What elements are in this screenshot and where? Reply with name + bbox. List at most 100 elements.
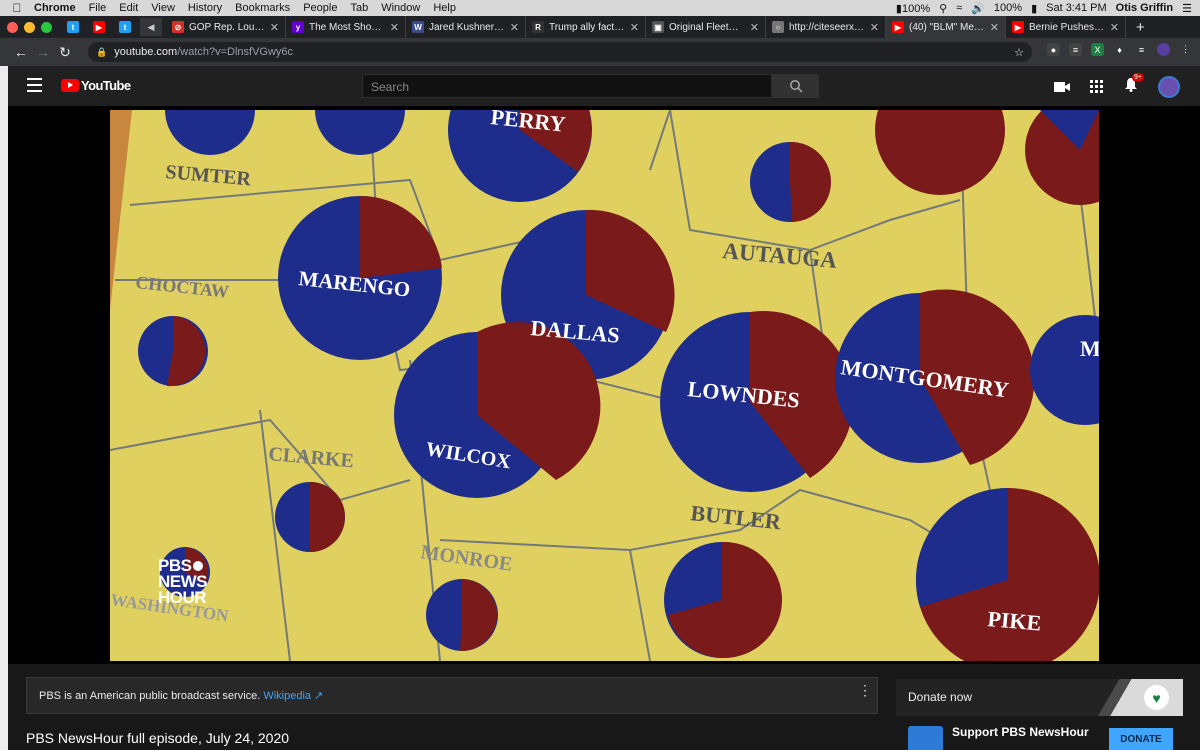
youtube-wordmark: YouTube — [81, 78, 131, 93]
wifi-icon[interactable]: ≈ — [956, 2, 962, 14]
menu-view[interactable]: View — [151, 2, 175, 14]
url-path: /watch?v=DlnsfVGwy6c — [177, 46, 294, 58]
reload-icon[interactable]: ↻ — [54, 44, 76, 61]
tab-6[interactable]: ▶ (40) "BLM" Means ✕ — [886, 16, 1006, 38]
pbs-newshour-logo: PBS NEWS HOUR — [158, 557, 208, 607]
url-domain: youtube.com — [114, 46, 178, 58]
tab-title: Jared Kushner Exp — [429, 21, 505, 33]
close-icon[interactable]: ✕ — [390, 21, 399, 34]
minimize-window-icon[interactable] — [24, 21, 35, 33]
extension-icon[interactable]: ≡ — [1069, 43, 1082, 56]
youtube-icon: ▶ — [93, 21, 105, 33]
tab-strip: t ▶ t ◀ ⊘ GOP Rep. Louie G ✕ y The Most Sho… — [0, 16, 1200, 38]
more-options-icon[interactable]: ⋮ — [858, 683, 872, 697]
twitter-icon: t — [119, 21, 131, 33]
apple-icon[interactable]:  — [0, 1, 34, 15]
video-player[interactable]: SUMTER PERRY CHOCTAW MARENGO AUTAUGA DAL… — [110, 110, 1099, 661]
twitter-icon: t — [67, 21, 79, 33]
battery-percent: 100% — [993, 2, 1023, 14]
menu-hamburger-icon[interactable] — [27, 78, 42, 92]
menu-help[interactable]: Help — [433, 2, 456, 14]
close-icon[interactable]: ✕ — [630, 21, 639, 34]
create-video-icon[interactable] — [1054, 81, 1070, 93]
masthead-actions: 9+ — [1054, 73, 1180, 98]
avatar[interactable] — [1158, 76, 1180, 98]
back-icon[interactable]: ← — [10, 44, 32, 60]
search-input[interactable]: Search — [362, 74, 772, 98]
youtube-logo[interactable]: YouTube — [61, 78, 131, 93]
extension-icon[interactable]: ● — [1047, 43, 1060, 56]
tab-3[interactable]: R Trump ally fact-ch ✕ — [526, 16, 646, 38]
search-status-icon[interactable]: ⚲ — [939, 2, 947, 15]
video-title: PBS NewsHour full episode, July 24, 2020 — [26, 730, 290, 746]
tab-title: http://citeseerx.ist — [789, 21, 865, 33]
chrome-menu-icon[interactable]: ⋮ — [1179, 43, 1192, 56]
apps-grid-icon[interactable] — [1090, 80, 1104, 94]
pinned-tab-active-audio[interactable]: ◀ — [140, 18, 162, 36]
zoom-window-icon[interactable] — [41, 21, 52, 33]
menu-tab[interactable]: Tab — [350, 2, 368, 14]
volume-icon[interactable]: 🔊 — [971, 2, 985, 15]
search-button[interactable] — [772, 74, 819, 98]
external-link-icon[interactable]: ↗ — [314, 689, 323, 702]
clock[interactable]: Sat 3:41 PM — [1046, 2, 1107, 14]
search-icon — [789, 80, 803, 93]
bookmark-star-icon[interactable]: ☆ — [1014, 46, 1024, 59]
menu-file[interactable]: File — [89, 2, 107, 14]
menu-bookmarks[interactable]: Bookmarks — [235, 2, 290, 14]
lock-icon[interactable]: 🔒 — [96, 47, 107, 58]
wikipedia-link[interactable]: Wikipedia — [263, 690, 311, 702]
tab-2[interactable]: W Jared Kushner Exp ✕ — [406, 16, 526, 38]
pinned-tab-twitter[interactable]: t — [62, 18, 84, 36]
close-icon[interactable]: ✕ — [990, 21, 999, 34]
tab-title: (40) "BLM" Means — [909, 21, 985, 33]
close-window-icon[interactable] — [7, 21, 18, 33]
pbs-head-icon — [193, 561, 204, 571]
logo-line: HOUR — [158, 588, 207, 607]
battery-icon[interactable]: ▮ — [1031, 2, 1037, 15]
youtube-icon: ▶ — [1012, 21, 1024, 33]
tab-title: Trump ally fact-ch — [549, 21, 625, 33]
forward-icon[interactable]: → — [32, 44, 54, 60]
tab-4[interactable]: ▣ Original Fleetwoo ✕ — [646, 16, 766, 38]
pinned-tab-twitter-2[interactable]: t — [114, 18, 136, 36]
user-name[interactable]: Otis Griffin — [1116, 2, 1173, 14]
close-icon[interactable]: ✕ — [870, 21, 879, 34]
notifications-button[interactable]: 9+ — [1124, 73, 1144, 97]
donate-shelf-header[interactable]: Donate now ♥ — [896, 679, 1183, 716]
tab-0[interactable]: ⊘ GOP Rep. Louie G ✕ — [166, 16, 286, 38]
tab-7[interactable]: ▶ Bernie Pushes Bac ✕ — [1006, 16, 1126, 38]
menu-history[interactable]: History — [188, 2, 222, 14]
close-icon[interactable]: ✕ — [1110, 21, 1119, 34]
menu-app-name[interactable]: Chrome — [34, 2, 76, 14]
support-text: Support PBS NewsHour — [952, 725, 1089, 739]
menu-people[interactable]: People — [303, 2, 337, 14]
pinned-tab-youtube[interactable]: ▶ — [88, 18, 110, 36]
new-tab-button[interactable]: + — [1126, 19, 1145, 36]
map-label: PIKE — [987, 606, 1043, 636]
tab-title: The Most Shockin — [309, 21, 385, 33]
globe-icon: ○ — [772, 21, 784, 33]
close-icon[interactable]: ✕ — [510, 21, 519, 34]
menu-window[interactable]: Window — [381, 2, 420, 14]
excel-extension-icon[interactable]: X — [1091, 43, 1104, 56]
menu-edit[interactable]: Edit — [119, 2, 138, 14]
close-icon[interactable]: ✕ — [750, 21, 759, 34]
info-panel-text: PBS is an American public broadcast serv… — [39, 689, 261, 702]
tab-title: Original Fleetwoo — [669, 21, 745, 33]
donate-button[interactable]: DONATE — [1109, 728, 1173, 750]
profile-avatar-icon[interactable] — [1157, 43, 1170, 56]
media-control-icon[interactable]: ≡ — [1135, 43, 1148, 56]
address-bar[interactable]: 🔒 youtube.com/watch?v=DlnsfVGwy6c ☆ — [88, 42, 1032, 62]
desktop-edge — [0, 66, 8, 750]
tab-5[interactable]: ○ http://citeseerx.ist ✕ — [766, 16, 886, 38]
nonprofit-thumbnail — [908, 726, 943, 750]
news-icon: ⊘ — [172, 21, 184, 33]
puzzle-icon[interactable]: ♦ — [1113, 43, 1126, 56]
battery-small-icon[interactable]: ▮100% — [896, 2, 930, 15]
information-panel: PBS is an American public broadcast serv… — [26, 677, 878, 714]
youtube-masthead: YouTube Search 9+ — [8, 66, 1200, 106]
tab-1[interactable]: y The Most Shockin ✕ — [286, 16, 406, 38]
control-center-icon[interactable]: ☰ — [1182, 2, 1192, 15]
close-icon[interactable]: ✕ — [270, 21, 279, 34]
